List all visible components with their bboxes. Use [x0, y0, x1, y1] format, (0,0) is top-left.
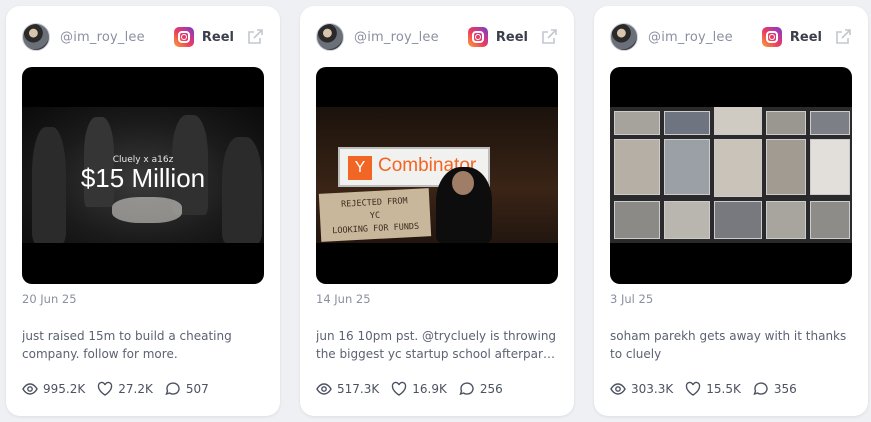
comments-stat: 507	[165, 381, 209, 397]
video-thumbnail[interactable]: Y Combinator REJECTED FROM YC LOOKING FO…	[316, 67, 558, 284]
caption-line: just raised 15m to build a cheating	[22, 329, 232, 343]
overlay-big-text: $15 Million	[80, 163, 206, 193]
post-stats: 517.3K 16.9K 256	[316, 381, 515, 397]
likes-stat: 15.5K	[685, 381, 741, 397]
post-caption: soham parekh gets away with it thanks to…	[610, 327, 852, 363]
views-count: 995.2K	[43, 382, 86, 396]
avatar[interactable]	[316, 23, 344, 51]
heart-icon	[686, 381, 701, 396]
yc-logo: Y	[348, 156, 372, 180]
avatar[interactable]	[22, 23, 50, 51]
views-stat: 303.3K	[610, 381, 673, 397]
author-handle[interactable]: @im_roy_lee	[648, 30, 762, 45]
external-link-icon[interactable]	[246, 28, 264, 46]
likes-count: 27.2K	[118, 382, 153, 396]
video-frame: Cluely x a16z $15 Million	[22, 107, 264, 243]
platform-label: Reel	[495, 29, 528, 45]
likes-stat: 16.9K	[391, 381, 447, 397]
instagram-icon	[761, 27, 782, 47]
platform-label: Reel	[201, 29, 234, 45]
likes-count: 15.5K	[706, 382, 741, 396]
card-header: @im_roy_lee Reel	[316, 22, 558, 52]
cardboard-sign: REJECTED FROM YC LOOKING FOR FUNDS	[318, 188, 432, 242]
caption-line: the biggest yc startup school afterparty…	[316, 347, 558, 361]
comment-icon	[753, 382, 768, 396]
post-card[interactable]: @im_roy_lee Reel Cluely x a16z $15 Milli…	[6, 6, 280, 416]
views-stat: 995.2K	[22, 381, 85, 397]
comment-icon	[165, 382, 180, 396]
card-header: @im_roy_lee Reel	[22, 22, 264, 52]
post-date: 20 Jun 25	[22, 292, 77, 306]
post-card[interactable]: @im_roy_lee Reel 3 Jul 25 soham parekh g…	[594, 6, 868, 416]
eye-icon	[316, 383, 332, 395]
video-thumbnail[interactable]	[610, 67, 852, 284]
heart-icon	[98, 381, 113, 396]
comment-icon	[459, 382, 474, 396]
external-link-icon[interactable]	[540, 28, 558, 46]
caption-line: jun 16 10pm pst. @trycluely is throwing	[316, 329, 557, 343]
author-handle[interactable]: @im_roy_lee	[354, 30, 468, 45]
platform-label: Reel	[789, 29, 822, 45]
post-card[interactable]: @im_roy_lee Reel Y Combinator REJECTED F…	[300, 6, 574, 416]
video-frame: Y Combinator REJECTED FROM YC LOOKING FO…	[316, 107, 558, 243]
post-caption: jun 16 10pm pst. @trycluely is throwing …	[316, 327, 558, 363]
heart-icon	[392, 381, 407, 396]
caption-line: soham parekh gets away with it thanks	[610, 329, 847, 343]
author-handle[interactable]: @im_roy_lee	[60, 30, 174, 45]
caption-line: company. follow for more.	[22, 347, 178, 361]
views-stat: 517.3K	[316, 381, 379, 397]
post-date: 3 Jul 25	[610, 292, 654, 306]
likes-stat: 27.2K	[97, 381, 153, 397]
eye-icon	[22, 383, 38, 395]
post-stats: 303.3K 15.5K 356	[610, 381, 809, 397]
views-count: 303.3K	[631, 382, 674, 396]
post-stats: 995.2K 27.2K 507	[22, 381, 221, 397]
post-caption: just raised 15m to build a cheating comp…	[22, 327, 264, 363]
comments-count: 507	[185, 382, 209, 396]
eye-icon	[610, 383, 626, 395]
comments-stat: 356	[753, 381, 797, 397]
external-link-icon[interactable]	[834, 28, 852, 46]
instagram-icon	[173, 27, 194, 47]
avatar[interactable]	[610, 23, 638, 51]
comments-stat: 256	[459, 381, 503, 397]
instagram-icon	[467, 27, 488, 47]
comments-count: 356	[773, 382, 797, 396]
post-date: 14 Jun 25	[316, 292, 371, 306]
comments-count: 256	[479, 382, 503, 396]
video-thumbnail[interactable]: Cluely x a16z $15 Million	[22, 67, 264, 284]
card-header: @im_roy_lee Reel	[610, 22, 852, 52]
likes-count: 16.9K	[412, 382, 447, 396]
views-count: 517.3K	[337, 382, 380, 396]
caption-line: to cluely	[610, 347, 662, 361]
video-frame	[610, 107, 852, 243]
